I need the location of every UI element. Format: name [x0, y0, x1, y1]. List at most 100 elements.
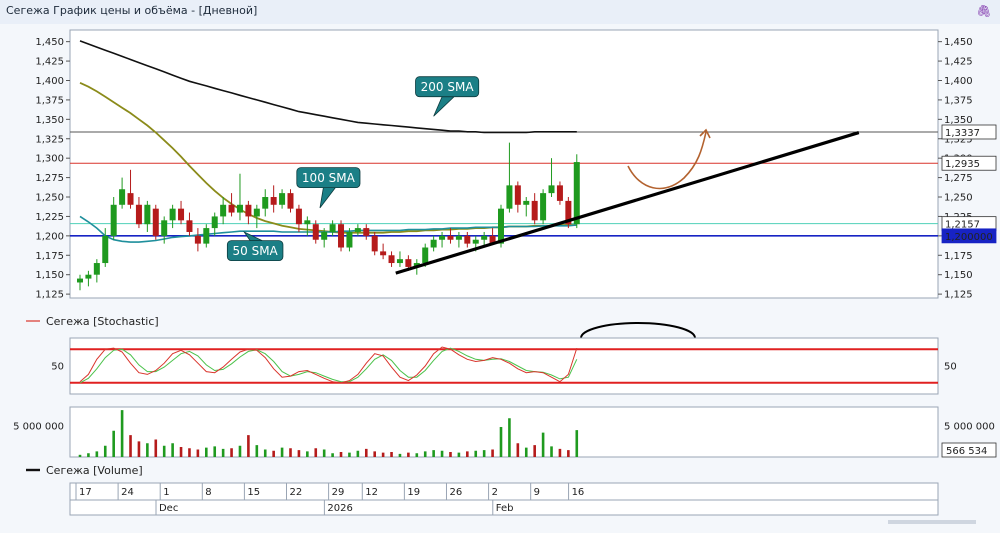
date-tick-label: 24	[121, 487, 134, 498]
horizontal-scrollbar[interactable]	[888, 520, 976, 524]
volume-bar	[348, 452, 351, 457]
candle-body	[506, 185, 513, 209]
date-tick-label: 15	[247, 487, 260, 498]
volume-bar	[423, 451, 427, 457]
chart-panel: 1,450 1,450 1,425 1,425 1,400 1,400 1,375 1,375…	[0, 24, 1000, 533]
candle-body	[77, 278, 83, 283]
price-tick-label-right: 1,400	[944, 76, 973, 87]
candle-body	[220, 204, 227, 217]
volume-bar	[247, 435, 250, 457]
price-tick-label-right: 1,125	[944, 290, 973, 301]
volume-bar	[171, 443, 174, 457]
price-tick-label-right: 1,275	[944, 173, 973, 184]
window-title: Сегежа График цены и объёма - [Дневной]	[6, 4, 258, 17]
volume-bar	[78, 454, 82, 457]
candle-body	[211, 216, 218, 229]
candle-body	[295, 208, 302, 225]
volume-bar	[356, 450, 360, 457]
price-tick-label-right: 1,450	[944, 37, 973, 48]
volume-bar	[87, 453, 90, 457]
date-tick-label: 2	[492, 487, 498, 498]
sma-callout-label: 200 SMA	[421, 80, 475, 94]
volume-bar	[482, 450, 486, 457]
volume-bar	[339, 452, 343, 457]
candle-body	[135, 204, 142, 225]
candle-body	[152, 208, 159, 236]
volume-bar	[137, 441, 141, 457]
volume-bar	[432, 450, 435, 457]
volume-bar	[499, 427, 503, 457]
volume-bar	[474, 450, 478, 457]
volume-bar	[331, 453, 334, 457]
price-level-label: 1,3337	[945, 128, 980, 139]
price-tick-label-left: 1,425	[35, 57, 64, 68]
price-tick-label-right: 1,250	[944, 193, 973, 204]
candle-body	[144, 204, 151, 225]
candle-body	[93, 263, 100, 275]
date-tick-label: 22	[290, 487, 303, 498]
candle-body	[455, 235, 462, 240]
price-tick-label-left: 1,175	[35, 251, 64, 262]
volume-bar	[95, 451, 99, 457]
volume-legend-label: Сегежа [Volume]	[46, 464, 143, 477]
volume-bar	[289, 448, 292, 457]
date-tick-label: 16	[572, 487, 585, 498]
volume-bar	[120, 410, 124, 457]
price-tick-label-left: 1,250	[35, 193, 64, 204]
date-tick-label: 8	[205, 487, 211, 498]
volume-bar	[306, 451, 309, 457]
candle-body	[169, 208, 176, 221]
volume-bar	[205, 447, 208, 457]
volume-bar	[112, 430, 115, 457]
volume-tick-label-right: 5 000 000	[944, 421, 995, 432]
stochastic-tick-label-right: 50	[944, 362, 957, 373]
candle-body	[396, 259, 403, 264]
volume-bar	[508, 418, 511, 457]
volume-bar	[440, 450, 444, 457]
candle-body	[380, 251, 387, 256]
price-pane-frame	[69, 29, 939, 299]
candle-body	[531, 200, 538, 221]
volume-bar	[491, 449, 494, 457]
pin-icon[interactable]: 🖇	[976, 3, 992, 19]
volume-bar	[415, 453, 419, 457]
candle-body	[338, 224, 345, 248]
date-tick-label: 1	[163, 487, 169, 498]
date-tick-label: 29	[332, 487, 345, 498]
candle-body	[472, 239, 479, 244]
volume-bar	[103, 445, 107, 457]
price-tick-label-left: 1,150	[35, 270, 64, 281]
volume-bar	[457, 452, 461, 457]
price-level-label: 1,200000	[945, 232, 993, 243]
candle-body	[556, 185, 563, 201]
candle-body	[363, 228, 370, 236]
volume-bar	[179, 447, 183, 457]
candle-body	[119, 189, 126, 205]
candle-body	[270, 197, 277, 205]
candle-body	[127, 193, 134, 205]
volume-bar	[516, 443, 520, 457]
candle-body	[321, 231, 328, 240]
volume-bar	[373, 451, 376, 457]
candle-body	[498, 208, 504, 244]
candle-body	[194, 235, 201, 244]
price-tick-label-left: 1,450	[35, 37, 64, 48]
volume-bar	[322, 449, 326, 457]
candle-body	[540, 193, 547, 221]
candle-body	[548, 185, 555, 194]
price-tick-label-left: 1,125	[35, 290, 64, 301]
volume-bar	[533, 445, 536, 457]
date-tick-label: 12	[365, 487, 378, 498]
price-tick-label-left: 1,275	[35, 173, 64, 184]
volume-bar	[280, 447, 284, 457]
stochastic-legend-label: Сегежа [Stochastic]	[46, 315, 159, 328]
volume-bar	[162, 445, 166, 457]
candle-body	[110, 204, 117, 236]
price-tick-label-left: 1,375	[35, 95, 64, 106]
candle-body	[203, 228, 210, 244]
candle-body	[329, 224, 336, 232]
candle-body	[245, 204, 252, 217]
candle-body	[439, 235, 446, 240]
volume-bar	[381, 452, 385, 457]
volume-bar	[238, 445, 242, 457]
